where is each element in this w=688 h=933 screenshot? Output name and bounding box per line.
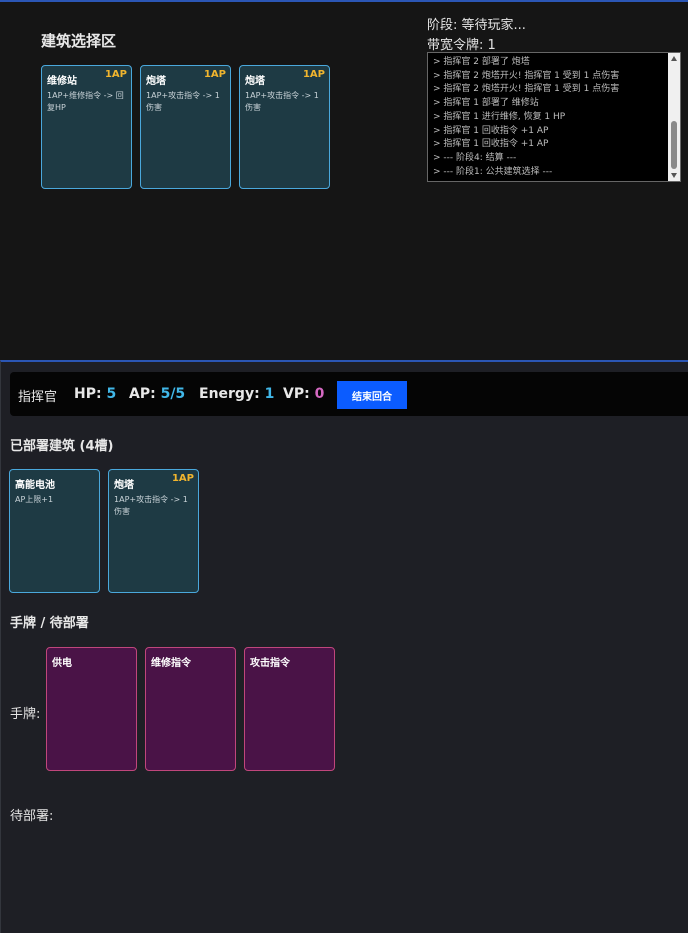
ap-value: 5/5: [160, 386, 186, 402]
log-entry: > --- 阶段4: 结算 ---: [433, 152, 517, 163]
card-desc: 1AP+攻击指令 -> 1伤害: [146, 91, 220, 112]
card-name: 供电: [52, 658, 72, 669]
energy-value: 1: [264, 386, 275, 402]
card-cost: 1AP: [171, 473, 194, 484]
scroll-thumb[interactable]: [671, 121, 677, 169]
vp-label: VP:: [283, 386, 310, 402]
card-name: 高能电池: [15, 480, 55, 491]
deployed-card-battery[interactable]: 高能电池 AP上限+1: [9, 469, 100, 593]
deployed-buildings-title: 已部署建筑 (4槽): [10, 439, 114, 454]
bandwidth-token-status: 带宽令牌: 1: [427, 38, 496, 53]
card-cost: 1AP: [104, 69, 127, 80]
hp-stat: HP: 5: [74, 386, 116, 402]
card-name: 炮塔: [114, 480, 134, 491]
log-entry: > --- 阶段1: 公共建筑选择 ---: [433, 166, 553, 177]
energy-stat: Energy: 1: [199, 386, 274, 402]
log-entry: > 指挥官 2 炮塔开火! 指挥官 1 受到 1 点伤害: [433, 84, 620, 95]
card-name: 炮塔: [146, 76, 166, 87]
scroll-up-arrow-icon[interactable]: [671, 56, 677, 61]
card-name: 维修指令: [151, 658, 191, 669]
player-title: 指挥官: [18, 390, 58, 405]
ap-label: AP:: [129, 386, 156, 402]
player-status-bar: 指挥官 HP: 5 AP: 5/5 Energy: 1 VP: 0 结束回合: [10, 372, 688, 416]
scroll-down-arrow-icon[interactable]: [671, 173, 677, 178]
log-entry: > 指挥官 1 回收指令 +1 AP: [433, 125, 549, 136]
card-name: 维修站: [47, 76, 77, 87]
hp-label: HP:: [74, 386, 102, 402]
card-name: 攻击指令: [250, 658, 290, 669]
energy-label: Energy:: [199, 386, 260, 402]
card-cost: 1AP: [302, 69, 325, 80]
hand-label: 手牌:: [10, 707, 41, 722]
end-turn-button[interactable]: 结束回合: [337, 381, 407, 409]
building-card-turret[interactable]: 炮塔 1AP 1AP+攻击指令 -> 1伤害: [140, 65, 231, 189]
player-area: 指挥官 HP: 5 AP: 5/5 Energy: 1 VP: 0 结束回合 已…: [0, 360, 688, 933]
log-entry: > 指挥官 1 进行维修, 恢复 1 HP: [433, 111, 566, 122]
log-entry: > 指挥官 1 回收指令 +1 AP: [433, 139, 549, 150]
vp-value: 0: [314, 386, 325, 402]
vp-stat: VP: 0: [283, 386, 324, 402]
hand-card-attack-command[interactable]: 攻击指令: [244, 647, 335, 771]
public-area: 建筑选择区 维修站 1AP 1AP+维修指令 -> 回复HP 炮塔 1AP 1A…: [0, 0, 688, 360]
card-desc: 1AP+攻击指令 -> 1伤害: [245, 91, 319, 112]
phase-status: 阶段: 等待玩家...: [427, 18, 526, 33]
log-entry: > 指挥官 1 部署了 维修站: [433, 98, 539, 109]
building-card-repair-station[interactable]: 维修站 1AP 1AP+维修指令 -> 回复HP: [41, 65, 132, 189]
building-card-turret[interactable]: 炮塔 1AP 1AP+攻击指令 -> 1伤害: [239, 65, 330, 189]
deployed-card-turret[interactable]: 炮塔 1AP 1AP+攻击指令 -> 1伤害: [108, 469, 199, 593]
card-cost: 1AP: [203, 69, 226, 80]
log-scrollbar[interactable]: [668, 53, 680, 181]
hand-section-title: 手牌 / 待部署: [10, 616, 89, 631]
building-select-title: 建筑选择区: [41, 32, 117, 50]
game-log[interactable]: > 指挥官 2 部署了 炮塔 > 指挥官 2 炮塔开火! 指挥官 1 受到 1 …: [427, 52, 681, 182]
hp-value: 5: [106, 386, 117, 402]
card-desc: 1AP+攻击指令 -> 1伤害: [114, 495, 188, 516]
pending-deploy-label: 待部署:: [10, 809, 54, 824]
log-entry: > 指挥官 2 炮塔开火! 指挥官 1 受到 1 点伤害: [433, 70, 620, 81]
log-entry: > 指挥官 2 部署了 炮塔: [433, 57, 530, 67]
card-desc: 1AP+维修指令 -> 回复HP: [47, 91, 124, 112]
ap-stat: AP: 5/5: [129, 386, 185, 402]
hand-card-power[interactable]: 供电: [46, 647, 137, 771]
log-lines: > 指挥官 2 部署了 炮塔 > 指挥官 2 炮塔开火! 指挥官 1 受到 1 …: [433, 56, 666, 179]
card-name: 炮塔: [245, 76, 265, 87]
hand-card-repair-command[interactable]: 维修指令: [145, 647, 236, 771]
card-desc: AP上限+1: [15, 495, 54, 504]
